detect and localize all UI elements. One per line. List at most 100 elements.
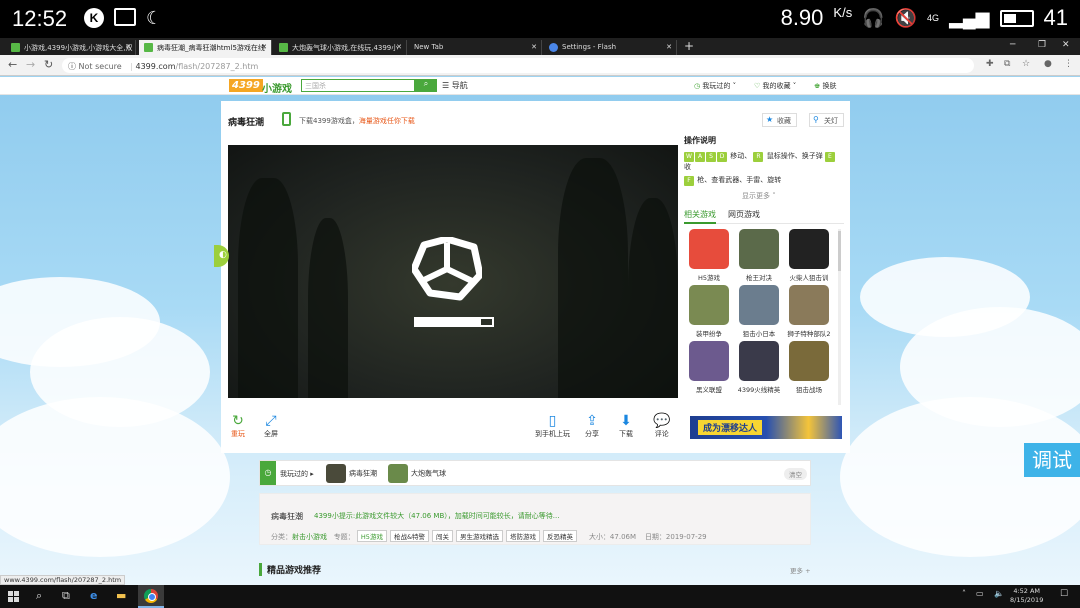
taskbar-clock[interactable]: 4:52 AM 8/15/2019 [1010,587,1043,605]
site-search-input[interactable]: 三国杀 [301,79,415,92]
game-card: 病毒狂潮 下载4399游戏盒，海量游戏任你下载 ★ 收藏 ⚲ 关灯 ◐ ↻ 重玩 ⤢ 全… [214,101,850,453]
tab-close-icon[interactable]: ✕ [261,43,267,51]
heart-icon: ♡ [754,82,761,90]
related-game-item[interactable]: 狮子特种部队2 [787,285,831,338]
played-game-item[interactable]: 大炮轰气球 [388,464,446,483]
tab-close-icon[interactable]: ✕ [396,43,402,51]
volume-tray-icon[interactable]: 🔈 [994,589,1004,598]
moon-icon: ☾ [146,8,163,28]
security-label: Not secure [78,62,122,71]
tab-balloon-game[interactable]: 大炮轰气球小游戏,在线玩,4399小 ✕ [274,40,407,55]
comment-button[interactable]: 💬 评论 [653,413,670,439]
puzzle-extension-icon[interactable]: ✚ [986,59,994,69]
related-game-item[interactable]: 枪王对决 [737,229,781,282]
chrome-icon [144,589,158,603]
translate-icon[interactable]: ⧉ [1004,59,1010,69]
grid-scrollbar-thumb[interactable] [838,231,841,271]
tab-close-icon[interactable]: ✕ [666,43,672,51]
side-handle-icon[interactable]: ◐ [214,245,229,267]
speed-unit: K/s [833,4,853,20]
task-view-icon[interactable]: ⧉ [62,589,70,603]
topic-tag[interactable]: 闯关 [432,530,454,542]
search-icon[interactable]: ⌕ [36,589,42,603]
url-path: /flash/207287_2.htm [175,62,259,71]
favorites-link[interactable]: ♡ 我的收藏 ˅ [754,81,796,91]
chrome-menu-icon[interactable]: ⋮ [1064,59,1073,69]
download-promo[interactable]: 下载4399游戏盒，海量游戏任你下载 [299,116,415,126]
search-icon: ⌕ [423,79,429,88]
forward-button[interactable]: → [26,58,35,71]
topic-tag[interactable]: 男生游戏精选 [456,530,504,542]
topic-tag[interactable]: 枪战&特警 [389,530,430,542]
tab-close-icon[interactable]: ✕ [531,43,537,51]
related-game-item[interactable]: 4399火线精英 [737,341,781,394]
show-more-link[interactable]: 显示更多 ˅ [742,191,776,201]
replay-button[interactable]: ↻ 重玩 [231,413,245,439]
chrome-taskbar-button[interactable] [138,585,164,608]
game-thumbnail [739,341,779,381]
shirt-icon: ♚ [814,82,821,90]
recommend-more-link[interactable]: 更多 + [790,565,811,575]
network-tray-icon[interactable]: ▭ [976,589,984,598]
game-thumbnail [789,229,829,269]
file-size-notice: 4399小提示:此游戏文件较大（47.06 MB），加载时间可能较长，请耐心等待… [314,512,560,520]
tab-settings-flash[interactable]: Settings - Flash ✕ [544,40,677,55]
fullscreen-button[interactable]: ⤢ 全屏 [264,413,278,439]
tree-silhouette [238,178,298,398]
topic-tag[interactable]: 反恐精英 [543,530,578,542]
category-link[interactable]: 射击小游戏 [292,533,327,541]
minimize-button[interactable]: ─ [1010,40,1015,50]
file-size: 大小：47.06M [588,533,637,541]
collect-button[interactable]: ★ 收藏 [762,113,797,127]
game-thumbnail [789,341,829,381]
tab-4399-home[interactable]: 小游戏,4399小游戏,小游戏大全,双 ✕ [6,40,136,55]
played-game-item[interactable]: 病毒狂潮 [326,464,377,483]
lights-off-button[interactable]: ⚲ 关灯 [809,113,844,127]
download-button[interactable]: ⬇ 下载 [619,413,633,439]
bookmark-star-icon[interactable]: ☆ [1022,59,1030,69]
played-link[interactable]: ◷ 我玩过的 ˅ [694,81,736,91]
skin-link[interactable]: ♚ 换肤 [814,81,837,91]
game-info-box: 病毒狂潮 4399小提示:此游戏文件较大（47.06 MB），加载时间可能较长，… [259,493,811,545]
related-game-item[interactable]: H5游戏 [687,229,731,282]
topic-tag[interactable]: H5游戏 [356,530,387,542]
site-logo[interactable]: 4399 [229,79,263,92]
close-window-button[interactable]: ✕ [1062,40,1070,50]
topic-tag[interactable]: 塔防游戏 [506,530,541,542]
tab-virus-game[interactable]: 病毒狂潮_病毒狂潮html5游戏在线 ✕ [139,40,272,55]
edge-icon[interactable]: e [90,589,97,602]
related-game-item[interactable]: 黑义联盟 [687,341,731,394]
tray-chevron-icon[interactable]: ˄ [962,589,966,598]
share-button[interactable]: ⇪ 分享 [585,413,599,439]
tab-web-games[interactable]: 网页游戏 [728,209,760,220]
related-game-item[interactable]: 装甲纷争 [687,285,731,338]
file-explorer-icon[interactable]: ▬ [116,589,126,602]
debug-button[interactable]: 调试 [1024,443,1080,477]
game-player[interactable] [228,145,678,398]
reload-button[interactable]: ↻ [44,58,53,71]
tree-silhouette [558,158,628,398]
profile-icon[interactable]: ● [1044,59,1052,69]
site-logo-sub[interactable]: 小游戏 [262,80,292,95]
nav-link[interactable]: ☰ 导航 [442,80,468,91]
download-icon: ⬇ [620,413,632,429]
new-tab-button[interactable]: + [684,39,694,53]
tab-close-icon[interactable]: ✕ [125,43,131,51]
windows-start-icon[interactable] [8,591,19,602]
tab-new-tab[interactable]: New Tab ✕ [409,40,542,55]
ad-banner[interactable]: 成为漂移达人 [690,416,842,439]
release-date: 日期：2019-07-29 [644,533,707,541]
related-game-item[interactable]: 火柴人狙击训 [787,229,831,282]
tree-silhouette [628,198,678,398]
tab-related-games[interactable]: 相关游戏 [684,209,716,224]
restore-button[interactable]: ❐ [1038,40,1046,50]
loading-fill [416,319,482,325]
url-field[interactable]: ⓘ Not secure | 4399.com/flash/207287_2.h… [62,58,974,73]
related-game-item[interactable]: 狙击小日本 [737,285,781,338]
related-game-item[interactable]: 狙击战场 [787,341,831,394]
notifications-icon[interactable]: ☐ [1060,589,1068,599]
play-on-phone-button[interactable]: ▯ 到手机上玩 [535,413,570,439]
clear-history-button[interactable]: 清空 [784,468,807,480]
back-button[interactable]: ← [8,58,17,71]
search-button[interactable]: ⌕ [415,79,437,92]
